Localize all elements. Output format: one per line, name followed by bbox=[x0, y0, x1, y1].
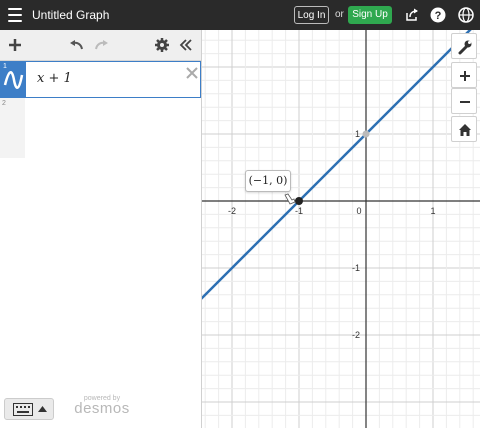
x-intercept-point bbox=[295, 197, 303, 205]
expression-item-2[interactable]: 2 bbox=[0, 98, 25, 158]
settings-icon[interactable] bbox=[153, 36, 171, 54]
desmos-logo: desmos bbox=[74, 400, 130, 417]
zoom-out-icon bbox=[460, 101, 470, 103]
zoom-in-icon bbox=[460, 71, 470, 81]
graph-canvas[interactable]: -2 -1 0 1 1 -1 -2 bbox=[97, 18, 480, 428]
home-button[interactable] bbox=[451, 116, 477, 142]
x-tick-label: -2 bbox=[228, 206, 236, 216]
graph-settings-button[interactable] bbox=[451, 33, 477, 59]
hand-cursor-icon bbox=[284, 193, 296, 205]
expression-item-1[interactable]: 1 x + 1 bbox=[0, 61, 201, 98]
top-bar: Untitled Graph Log In or Sign Up ? bbox=[0, 0, 480, 30]
x-tick-label: 0 bbox=[356, 206, 361, 216]
zoom-out-button[interactable] bbox=[451, 88, 477, 114]
x-tick-label: -1 bbox=[295, 206, 303, 216]
zoom-in-button[interactable] bbox=[451, 62, 477, 88]
caret-up-icon bbox=[38, 406, 47, 412]
expression-panel: 1 x + 1 2 powered by desmos bbox=[0, 30, 202, 428]
or-text: or bbox=[335, 9, 344, 20]
svg-text:?: ? bbox=[435, 10, 442, 22]
login-button[interactable]: Log In bbox=[294, 6, 329, 24]
expression-toolbar bbox=[0, 30, 201, 61]
y-intercept-point bbox=[362, 130, 370, 138]
graph-svg[interactable]: -2 -1 0 1 1 -1 -2 bbox=[97, 18, 480, 428]
graph-title[interactable]: Untitled Graph bbox=[32, 8, 109, 22]
menu-icon[interactable] bbox=[8, 8, 22, 22]
signup-button[interactable]: Sign Up bbox=[348, 6, 392, 24]
graph-line-x-plus-1 bbox=[97, 18, 480, 403]
expression-color-tab[interactable]: 1 bbox=[1, 62, 26, 97]
powered-by-desmos[interactable]: powered by desmos bbox=[72, 395, 132, 417]
y-tick-label: -1 bbox=[352, 263, 360, 273]
delete-expression-icon[interactable] bbox=[184, 65, 200, 81]
y-tick-label: -2 bbox=[352, 330, 360, 340]
home-icon bbox=[459, 124, 471, 136]
graph-wave-icon bbox=[3, 71, 24, 89]
keyboard-icon bbox=[13, 403, 33, 416]
add-icon[interactable] bbox=[6, 36, 24, 54]
point-label[interactable]: (−1, 0) bbox=[245, 170, 291, 192]
expression-index: 2 bbox=[2, 100, 6, 107]
redo-icon[interactable] bbox=[93, 36, 111, 54]
help-icon[interactable]: ? bbox=[429, 6, 447, 24]
share-icon[interactable] bbox=[403, 6, 421, 24]
expression-index: 1 bbox=[3, 63, 7, 70]
wrench-icon bbox=[458, 40, 472, 55]
x-tick-label: 1 bbox=[430, 206, 435, 216]
keyboard-toggle-button[interactable] bbox=[4, 398, 54, 420]
collapse-icon[interactable] bbox=[177, 36, 195, 54]
expression-formula[interactable]: x + 1 bbox=[37, 71, 72, 86]
undo-icon[interactable] bbox=[67, 36, 85, 54]
globe-icon[interactable] bbox=[457, 6, 475, 24]
y-tick-label: 1 bbox=[355, 129, 360, 139]
